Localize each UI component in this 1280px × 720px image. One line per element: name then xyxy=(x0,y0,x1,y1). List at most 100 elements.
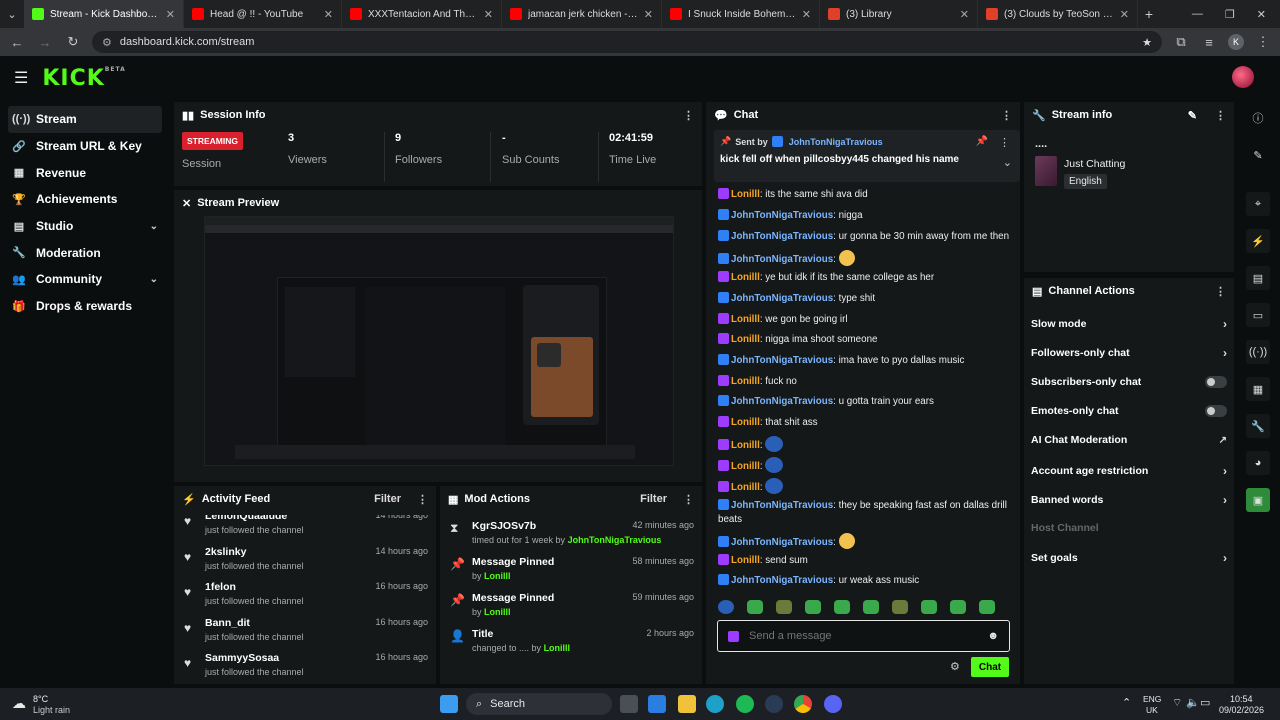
channel-actions-more-icon[interactable]: ⋮ xyxy=(1215,285,1226,298)
emote-icon[interactable] xyxy=(765,436,784,452)
channel-action-ai-chat-moderation[interactable]: AI Chat Moderation ↗ xyxy=(1031,434,1227,446)
tab-close-icon[interactable]: ✕ xyxy=(644,8,653,21)
mod-action-by[interactable]: Lonilll xyxy=(544,643,571,653)
emote-icon[interactable] xyxy=(765,478,784,494)
channel-action-account-age-restriction[interactable]: Account age restriction › xyxy=(1031,464,1227,478)
chat-username[interactable]: JohnTonNigaTravious xyxy=(731,537,833,548)
tab-close-icon[interactable]: ✕ xyxy=(166,8,175,21)
browser-menu-icon[interactable]: ⋮ xyxy=(1254,34,1272,50)
hamburger-menu-icon[interactable]: ☰ xyxy=(14,68,28,88)
green-app-icon[interactable]: ▣ xyxy=(1246,488,1270,512)
emote-icon[interactable] xyxy=(747,600,763,614)
chat-settings-icon[interactable]: ⚙ xyxy=(950,660,960,673)
emote-icon[interactable] xyxy=(838,533,855,549)
emote-icon[interactable] xyxy=(776,600,792,614)
tab-search-button[interactable]: ⌄ xyxy=(0,8,24,21)
channel-action-emotes-only-chat[interactable]: Emotes-only chat xyxy=(1031,404,1227,417)
mod-more-icon[interactable]: ⋮ xyxy=(683,493,694,506)
send-chat-button[interactable]: Chat xyxy=(971,657,1009,677)
browser-tab[interactable]: (3) Clouds by TeoSon | Ban ✕ xyxy=(978,0,1138,28)
bookmark-star-icon[interactable]: ★ xyxy=(1142,36,1152,49)
chrome-icon[interactable] xyxy=(794,695,812,713)
emote-icon[interactable] xyxy=(838,250,855,266)
mod-action-by[interactable]: JohnTonNigaTravious xyxy=(568,535,662,545)
volume-icon[interactable]: 🔈 xyxy=(1186,696,1200,709)
chat-username[interactable]: Lonilll xyxy=(731,272,760,283)
browser-tab[interactable]: jamacan jerk chicken - YouTube ✕ xyxy=(502,0,662,28)
activity-more-icon[interactable]: ⋮ xyxy=(417,493,428,506)
chat-username[interactable]: Lonilll xyxy=(731,482,760,493)
chat-username[interactable]: JohnTonNigaTravious xyxy=(731,210,833,221)
media-icon[interactable]: ≡ xyxy=(1200,35,1218,50)
sidebar-item-revenue[interactable]: ▦ Revenue xyxy=(0,159,170,186)
lightning-icon[interactable]: ⚡ xyxy=(1246,229,1270,253)
edit-stream-info-icon[interactable]: ✎ xyxy=(1188,109,1197,122)
session-more-icon[interactable]: ⋮ xyxy=(683,109,694,122)
forward-icon[interactable]: → xyxy=(36,35,54,50)
tray-chevron-icon[interactable]: ⌃ xyxy=(1122,696,1131,709)
chat-username[interactable]: Lonilll xyxy=(731,189,760,200)
discord-icon[interactable] xyxy=(824,695,842,713)
chat-username[interactable]: JohnTonNigaTravious xyxy=(731,500,833,511)
spotify-icon[interactable] xyxy=(736,695,754,713)
taskbar-search[interactable]: ⌕ Search xyxy=(466,693,612,715)
user-avatar[interactable] xyxy=(1232,66,1254,88)
chat-username[interactable]: Lonilll xyxy=(731,440,760,451)
stream-info-more-icon[interactable]: ⋮ xyxy=(1215,109,1226,122)
chat-input-box[interactable]: ☻ xyxy=(717,620,1010,652)
close-window-icon[interactable]: ✕ xyxy=(1257,8,1266,21)
emote-icon[interactable] xyxy=(863,600,879,614)
new-tab-button[interactable]: + xyxy=(1138,6,1160,22)
toggle-switch[interactable] xyxy=(1205,404,1227,417)
browser-tab[interactable]: Head @ !! - YouTube ✕ xyxy=(184,0,342,28)
steam-icon[interactable] xyxy=(765,695,783,713)
emote-picker-icon[interactable]: ☻ xyxy=(987,630,999,642)
tab-close-icon[interactable]: ✕ xyxy=(324,8,333,21)
sidebar-item-drops-rewards[interactable]: 🎁 Drops & rewards xyxy=(0,293,170,320)
channel-action-set-goals[interactable]: Set goals › xyxy=(1031,551,1227,565)
tab-close-icon[interactable]: ✕ xyxy=(1120,8,1129,21)
emote-icon[interactable] xyxy=(921,600,937,614)
toggle-switch[interactable] xyxy=(1205,375,1227,388)
chevron-right-icon[interactable]: › xyxy=(1223,317,1227,331)
chevron-right-icon[interactable]: › xyxy=(1223,346,1227,360)
reload-icon[interactable]: ↻ xyxy=(64,34,82,50)
kick-logo[interactable]: KICKBETA xyxy=(42,66,125,91)
unpin-icon[interactable]: 📌 xyxy=(976,136,988,147)
gamepad-icon[interactable]: ◕ xyxy=(1246,451,1270,475)
chevron-right-icon[interactable]: › xyxy=(1223,464,1227,478)
chat-username[interactable]: JohnTonNigaTravious xyxy=(731,396,833,407)
sidebar-item-stream-url-key[interactable]: 🔗 Stream URL & Key xyxy=(0,133,170,160)
browser-tab[interactable]: Stream - Kick Dashboard ✕ xyxy=(24,0,184,28)
clock-time[interactable]: 10:54 xyxy=(1230,694,1253,704)
chat-username[interactable]: JohnTonNigaTravious xyxy=(731,293,833,304)
restore-icon[interactable]: ❐ xyxy=(1225,8,1235,21)
stream-preview-video[interactable] xyxy=(204,216,674,466)
pinned-expand-icon[interactable]: ⌄ xyxy=(1003,156,1012,169)
back-icon[interactable]: ← xyxy=(8,35,26,50)
tab-close-icon[interactable]: ✕ xyxy=(802,8,811,21)
url-bar[interactable]: ⚙ dashboard.kick.com/stream ★ xyxy=(92,31,1162,53)
emote-icon[interactable] xyxy=(805,600,821,614)
chat-username[interactable]: Lonilll xyxy=(731,555,760,566)
wifi-icon[interactable]: ⌔ xyxy=(1172,696,1182,710)
minimize-icon[interactable]: — xyxy=(1192,8,1203,21)
chat-username[interactable]: JohnTonNigaTravious xyxy=(731,231,833,242)
channel-action-followers-only-chat[interactable]: Followers-only chat › xyxy=(1031,346,1227,360)
chevron-down-icon[interactable]: ⌄ xyxy=(150,221,158,232)
chat-username[interactable]: JohnTonNigaTravious xyxy=(731,575,833,586)
battery-icon[interactable]: ▭ xyxy=(1200,696,1210,709)
channel-action-slow-mode[interactable]: Slow mode › xyxy=(1031,317,1227,331)
chat-username[interactable]: Lonilll xyxy=(731,376,760,387)
store-icon[interactable] xyxy=(648,695,666,713)
input-lang[interactable]: ENG xyxy=(1143,694,1161,704)
sidebar-item-achievements[interactable]: 🏆 Achievements xyxy=(0,186,170,213)
chat-username[interactable]: Lonilll xyxy=(731,314,760,325)
mod-filter-button[interactable]: Filter xyxy=(640,493,667,505)
edge-icon[interactable] xyxy=(706,695,724,713)
chat-more-icon[interactable]: ⋮ xyxy=(1001,109,1012,122)
mod-action-by[interactable]: Lonilll xyxy=(484,607,511,617)
pinned-more-icon[interactable]: ⋮ xyxy=(999,136,1010,149)
chat-username[interactable]: JohnTonNigaTravious xyxy=(731,254,833,265)
sidebar-item-moderation[interactable]: 🔧 Moderation xyxy=(0,239,170,266)
